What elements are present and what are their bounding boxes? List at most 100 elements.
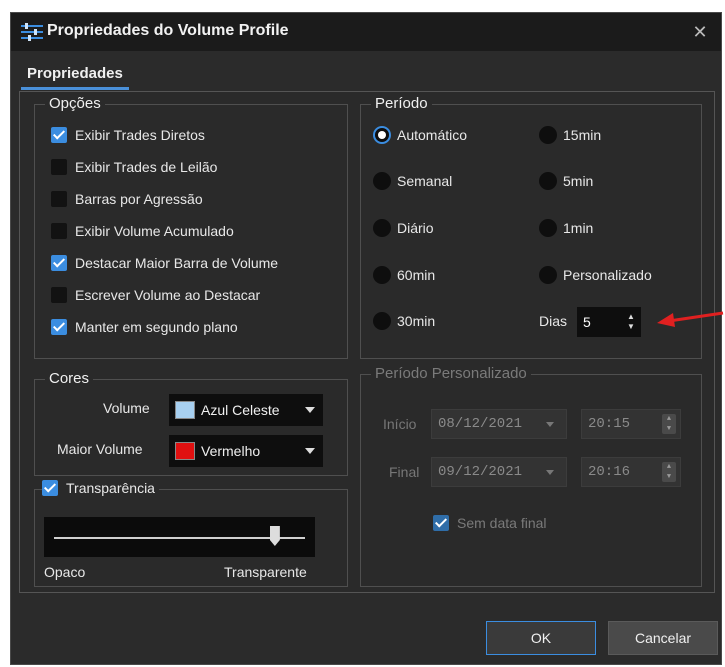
checkbox-escrever-volume[interactable]: Escrever Volume ao Destacar bbox=[51, 285, 260, 305]
transparencia-label: Transparência bbox=[66, 480, 155, 496]
dias-spinbox[interactable]: 5 ▲ ▼ bbox=[577, 307, 641, 337]
dias-label: Dias bbox=[539, 313, 568, 329]
slider-max-label: Transparente bbox=[224, 564, 307, 580]
close-icon[interactable]: ✕ bbox=[687, 19, 713, 45]
radio-15min[interactable]: 15min bbox=[539, 125, 601, 145]
settings-sliders-icon bbox=[21, 23, 43, 41]
checkbox-checked-icon[interactable] bbox=[51, 127, 67, 143]
chevron-down-icon bbox=[546, 422, 554, 427]
checkbox-label: Barras por Agressão bbox=[75, 191, 203, 207]
radio-semanal[interactable]: Semanal bbox=[373, 171, 452, 191]
final-time-value: 20:16 bbox=[588, 464, 631, 480]
checkbox-label: Escrever Volume ao Destacar bbox=[75, 287, 261, 303]
checkbox-unchecked-icon[interactable] bbox=[51, 223, 67, 239]
maior-volume-color-select[interactable]: Vermelho bbox=[169, 435, 323, 467]
checkbox-checked-icon[interactable] bbox=[51, 319, 67, 335]
inicio-time-value: 20:15 bbox=[588, 416, 631, 432]
final-time-spinbox[interactable]: 20:16 ▲ ▼ bbox=[581, 457, 681, 487]
volume-profile-dialog: Propriedades do Volume Profile ✕ Proprie… bbox=[10, 12, 722, 665]
radio-selected-icon[interactable] bbox=[373, 126, 391, 144]
checkbox-label: Destacar Maior Barra de Volume bbox=[75, 255, 279, 271]
cores-group: Cores Volume Azul Celeste Maior Volume V… bbox=[34, 370, 348, 476]
final-date-picker[interactable]: 09/12/2021 bbox=[431, 457, 567, 487]
checkbox-segundo-plano[interactable]: Manter em segundo plano bbox=[51, 317, 238, 337]
radio-label: 60min bbox=[397, 267, 436, 283]
radio-unselected-icon[interactable] bbox=[373, 172, 391, 190]
radio-unselected-icon[interactable] bbox=[373, 266, 391, 284]
checkbox-volume-acumulado[interactable]: Exibir Volume Acumulado bbox=[51, 221, 234, 241]
periodo-title: Período bbox=[371, 95, 432, 112]
volume-color-select[interactable]: Azul Celeste bbox=[169, 394, 323, 426]
radio-label: Diário bbox=[397, 220, 434, 236]
final-label: Final bbox=[389, 464, 420, 480]
checkbox-exibir-trades-diretos[interactable]: Exibir Trades Diretos bbox=[51, 125, 205, 145]
inicio-date-picker[interactable]: 08/12/2021 bbox=[431, 409, 567, 439]
cancel-button[interactable]: Cancelar bbox=[608, 621, 718, 655]
volume-color-label: Volume bbox=[103, 400, 150, 416]
checkbox-sem-data-final[interactable]: Sem data final bbox=[433, 513, 547, 533]
volume-color-swatch bbox=[175, 401, 195, 419]
spin-arrows-icon[interactable]: ▲ ▼ bbox=[627, 312, 635, 332]
opcoes-group: Opções Exibir Trades Diretos Exibir Trad… bbox=[34, 95, 348, 359]
checkbox-exibir-trades-leilao[interactable]: Exibir Trades de Leilão bbox=[51, 157, 217, 177]
checkbox-checked-icon[interactable] bbox=[42, 480, 58, 496]
radio-unselected-icon[interactable] bbox=[539, 266, 557, 284]
radio-label: Personalizado bbox=[563, 267, 652, 283]
radio-unselected-icon[interactable] bbox=[539, 219, 557, 237]
periodo-personalizado-group: Período Personalizado Início 08/12/2021 … bbox=[360, 365, 702, 587]
radio-personalizado[interactable]: Personalizado bbox=[539, 265, 652, 285]
radio-automatico[interactable]: Automático bbox=[373, 125, 467, 145]
final-date-value: 09/12/2021 bbox=[438, 464, 523, 480]
radio-label: Automático bbox=[397, 127, 468, 143]
radio-label: 5min bbox=[563, 173, 594, 189]
radio-unselected-icon[interactable] bbox=[539, 126, 557, 144]
periodo-group: Período Automático Semanal Diário 60min … bbox=[360, 95, 702, 359]
radio-unselected-icon[interactable] bbox=[373, 219, 391, 237]
radio-label: 15min bbox=[563, 127, 602, 143]
tab-propriedades[interactable]: Propriedades bbox=[21, 62, 129, 90]
checkbox-label: Exibir Trades de Leilão bbox=[75, 159, 218, 175]
checkbox-checked-icon[interactable] bbox=[433, 515, 449, 531]
maior-volume-swatch bbox=[175, 442, 195, 460]
red-annotation-arrow-icon bbox=[657, 311, 724, 327]
radio-label: 30min bbox=[397, 313, 436, 329]
radio-unselected-icon[interactable] bbox=[373, 312, 391, 330]
radio-label: Semanal bbox=[397, 173, 453, 189]
inicio-date-value: 08/12/2021 bbox=[438, 416, 523, 432]
spin-arrows-icon[interactable]: ▲ ▼ bbox=[662, 414, 676, 434]
slider-handle[interactable] bbox=[269, 526, 280, 546]
chevron-down-icon bbox=[305, 448, 315, 454]
opcoes-title: Opções bbox=[45, 95, 105, 112]
radio-label: 1min bbox=[563, 220, 594, 236]
volume-color-value: Azul Celeste bbox=[201, 402, 280, 418]
checkbox-transparencia[interactable]: Transparência bbox=[42, 478, 159, 498]
radio-30min[interactable]: 30min bbox=[373, 311, 435, 331]
checkbox-destacar-maior-barra[interactable]: Destacar Maior Barra de Volume bbox=[51, 253, 278, 273]
spin-arrows-icon[interactable]: ▲ ▼ bbox=[662, 462, 676, 482]
window-title: Propriedades do Volume Profile bbox=[47, 22, 289, 39]
checkbox-label: Manter em segundo plano bbox=[75, 319, 238, 335]
inicio-time-spinbox[interactable]: 20:15 ▲ ▼ bbox=[581, 409, 681, 439]
checkbox-label: Exibir Trades Diretos bbox=[75, 127, 205, 143]
checkbox-barras-agressao[interactable]: Barras por Agressão bbox=[51, 189, 203, 209]
tab-content: Opções Exibir Trades Diretos Exibir Trad… bbox=[19, 91, 715, 593]
cores-title: Cores bbox=[45, 370, 94, 387]
checkbox-unchecked-icon[interactable] bbox=[51, 287, 67, 303]
checkbox-unchecked-icon[interactable] bbox=[51, 159, 67, 175]
maior-volume-label: Maior Volume bbox=[57, 441, 143, 457]
radio-5min[interactable]: 5min bbox=[539, 171, 593, 191]
radio-60min[interactable]: 60min bbox=[373, 265, 435, 285]
sem-data-final-label: Sem data final bbox=[457, 515, 547, 531]
periodo-personalizado-title: Período Personalizado bbox=[371, 365, 531, 382]
radio-unselected-icon[interactable] bbox=[539, 172, 557, 190]
checkbox-checked-icon[interactable] bbox=[51, 255, 67, 271]
checkbox-label: Exibir Volume Acumulado bbox=[75, 223, 234, 239]
transparency-slider[interactable] bbox=[44, 517, 315, 557]
checkbox-unchecked-icon[interactable] bbox=[51, 191, 67, 207]
radio-1min[interactable]: 1min bbox=[539, 218, 593, 238]
maior-volume-value: Vermelho bbox=[201, 443, 261, 459]
ok-button[interactable]: OK bbox=[486, 621, 596, 655]
radio-diario[interactable]: Diário bbox=[373, 218, 434, 238]
chevron-down-icon bbox=[305, 407, 315, 413]
title-bar: Propriedades do Volume Profile ✕ bbox=[11, 13, 721, 51]
